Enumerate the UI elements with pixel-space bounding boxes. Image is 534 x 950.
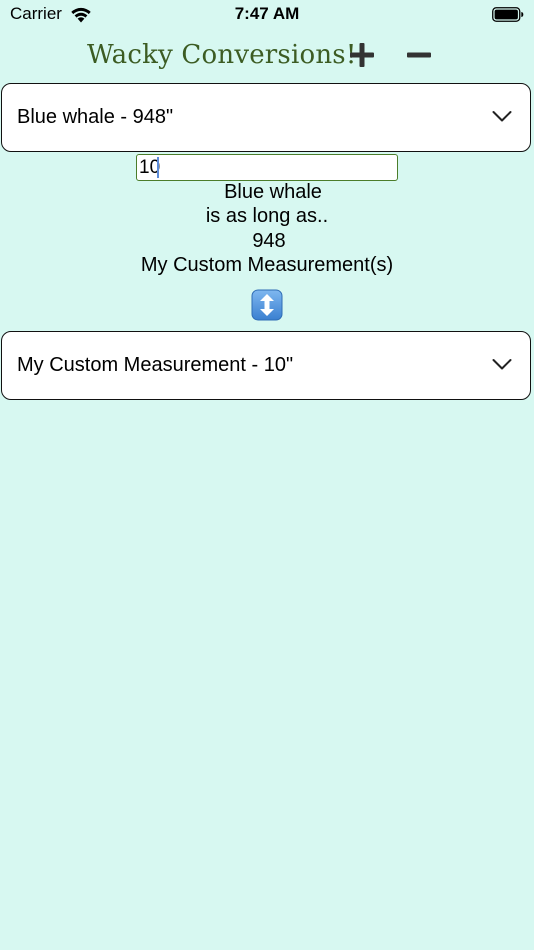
- result-relation: is as long as..: [205, 205, 329, 227]
- quantity-input[interactable]: [136, 154, 398, 181]
- chevron-down-icon: [492, 359, 512, 370]
- plus-icon: [350, 43, 374, 67]
- result-subject: Blue whale: [224, 181, 322, 203]
- result-amount: 948: [252, 230, 286, 252]
- header: Wacky Conversions!: [0, 36, 534, 76]
- status-bar: Carrier 7:47 AM: [0, 0, 534, 30]
- minus-icon: [407, 52, 431, 58]
- from-unit-selected: Blue whale - 948": [17, 106, 174, 128]
- battery-icon: [492, 7, 524, 22]
- to-unit-selected: My Custom Measurement - 10": [17, 354, 294, 376]
- remove-button[interactable]: [404, 40, 434, 70]
- status-time: 7:47 AM: [234, 4, 300, 23]
- from-unit-select[interactable]: Blue whale - 948": [1, 83, 531, 152]
- app-title: Wacky Conversions!: [87, 40, 357, 70]
- swap-units-button[interactable]: [251, 289, 283, 321]
- add-button[interactable]: [347, 40, 377, 70]
- text-caret: [157, 157, 159, 178]
- up-down-arrow-icon: [251, 289, 283, 321]
- to-unit-select[interactable]: My Custom Measurement - 10": [1, 331, 531, 400]
- chevron-down-icon: [492, 111, 512, 122]
- result-unit: My Custom Measurement(s): [140, 254, 394, 276]
